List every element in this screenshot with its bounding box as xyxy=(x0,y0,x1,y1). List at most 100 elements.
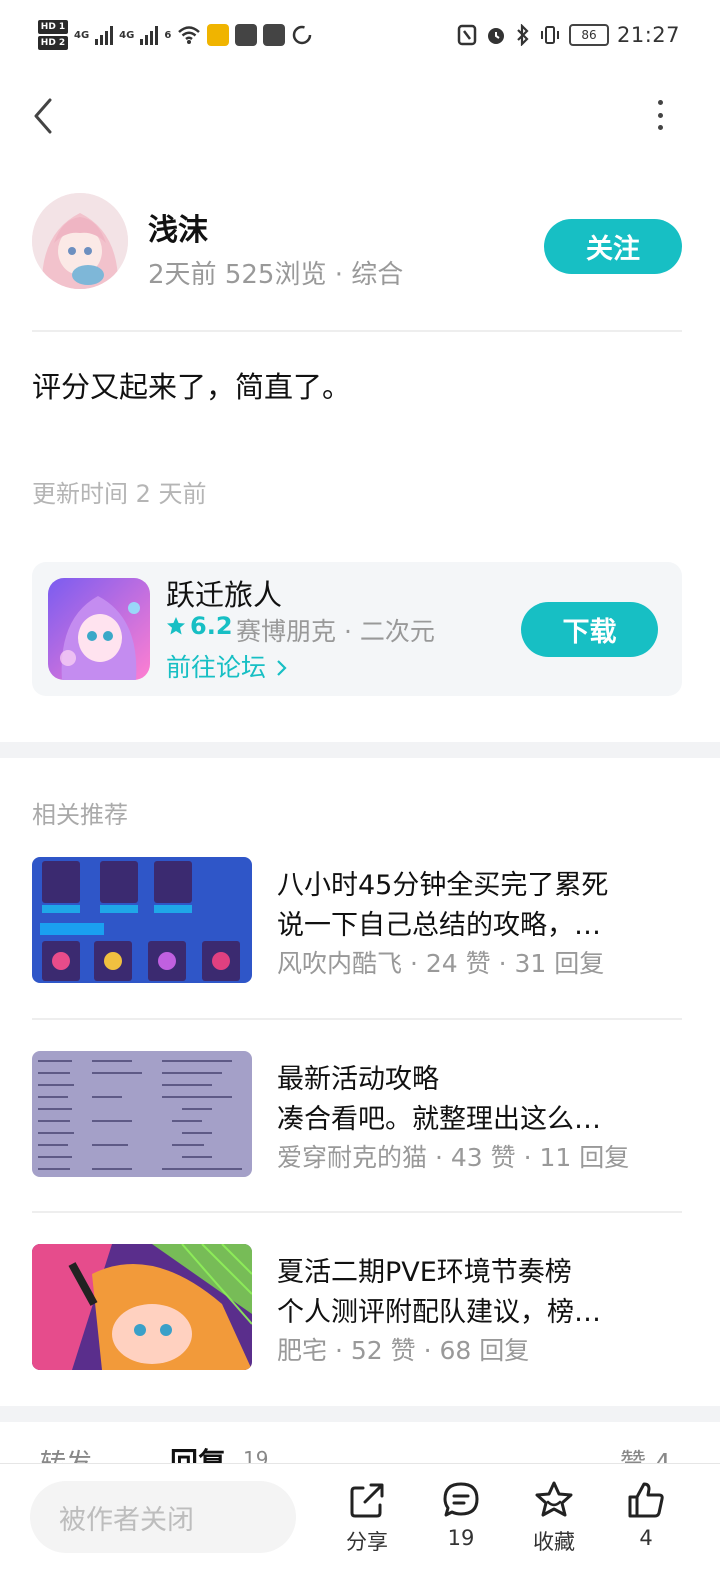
recommend-thumbnail[interactable] xyxy=(32,1244,252,1370)
recommend-meta: 风吹内酷飞 · 24 赞 · 31 回复 xyxy=(277,944,604,980)
game-forum-link[interactable]: 前往论坛 xyxy=(166,648,288,684)
collect-button[interactable]: 收藏 xyxy=(519,1480,589,1570)
download-button[interactable]: 下载 xyxy=(521,602,658,657)
divider xyxy=(32,1018,682,1020)
meta-separator: · xyxy=(498,949,515,978)
recommend-line1[interactable]: 最新活动攻略 xyxy=(277,1057,439,1096)
meta-separator: · xyxy=(423,1336,440,1365)
recommend-line2[interactable]: 凑合看吧。就整理出这么… xyxy=(277,1097,601,1136)
status-right: 86 21:27 xyxy=(457,18,680,52)
signal-icon-1 xyxy=(95,25,114,45)
hd1-label: HD 1 xyxy=(38,20,68,34)
comment-button[interactable]: 19 xyxy=(426,1480,496,1570)
post-views: 525浏览 xyxy=(224,260,327,290)
network-type-2: 4G xyxy=(119,29,135,41)
signal-icon-2 xyxy=(140,25,159,45)
follow-button[interactable]: 关注 xyxy=(544,219,682,274)
tab-reply[interactable]: 回复 xyxy=(170,1441,226,1463)
section-separator xyxy=(0,1406,720,1422)
recommend-thumbnail[interactable] xyxy=(32,1051,252,1177)
recommend-meta: 爱穿耐克的猫 · 43 赞 · 11 回复 xyxy=(277,1138,629,1174)
meta-separator: · xyxy=(334,1336,351,1365)
star-icon xyxy=(167,617,185,635)
nfc-icon xyxy=(457,24,477,46)
game-name[interactable]: 跃迁旅人 xyxy=(166,572,282,614)
game-forum-label[interactable]: 前往论坛 xyxy=(166,653,266,682)
bottom-action-bar: 被作者关闭 分享 19 收藏 4 xyxy=(0,1463,720,1584)
post-time: 2天前 xyxy=(148,260,217,290)
comment-count: 19 xyxy=(447,1526,475,1550)
like-button[interactable]: 4 xyxy=(611,1480,681,1570)
post-category: 综合 xyxy=(351,260,404,290)
share-label: 分享 xyxy=(346,1530,388,1554)
recommend-likes: 24 赞 xyxy=(425,949,491,978)
clock: 21:27 xyxy=(616,23,680,47)
status-left: HD 1 HD 2 4G 4G 6 xyxy=(38,18,313,52)
section-separator xyxy=(0,742,720,758)
recommend-author: 肥宅 xyxy=(277,1336,328,1365)
game-card[interactable]: 跃迁旅人 6.2 赛博朋克 · 二次元 前往论坛 下载 xyxy=(32,562,682,696)
recommend-author: 风吹内酷飞 xyxy=(277,949,403,978)
hd-indicator: HD 1 HD 2 xyxy=(38,20,68,50)
chevron-right-icon xyxy=(277,660,287,676)
hd2-label: HD 2 xyxy=(38,36,68,50)
recommend-title: 相关推荐 xyxy=(32,801,128,829)
post-body: 评分又起来了，简直了。 xyxy=(32,370,352,404)
divider xyxy=(32,1211,682,1213)
share-icon xyxy=(350,1483,384,1518)
author-name[interactable]: 浅沫 xyxy=(148,205,208,249)
game-rating: 6.2 xyxy=(166,612,233,640)
status-bar: HD 1 HD 2 4G 4G 6 86 21:27 xyxy=(0,0,720,70)
recommend-item[interactable]: 最新活动攻略 凑合看吧。就整理出这么… 爱穿耐克的猫 · 43 赞 · 11 回… xyxy=(32,1051,682,1177)
update-time: 更新时间 2 天前 xyxy=(32,480,207,508)
app-notification-icon-2 xyxy=(263,24,286,46)
star-outline-icon xyxy=(535,1481,573,1517)
recommend-replies: 68 回复 xyxy=(439,1336,530,1365)
share-button[interactable]: 分享 xyxy=(332,1480,402,1570)
app-notification-icon-1 xyxy=(235,24,258,46)
post-meta: 2天前 525浏览 · 综合 xyxy=(148,254,403,291)
thumbs-up-icon xyxy=(628,1482,664,1518)
recommend-author: 爱穿耐克的猫 xyxy=(277,1143,428,1172)
back-arrow-icon[interactable] xyxy=(28,96,58,136)
collect-label: 收藏 xyxy=(533,1530,575,1554)
comment-icon xyxy=(443,1482,479,1517)
recommend-likes: 52 赞 xyxy=(350,1336,416,1365)
meta-separator: · xyxy=(334,260,352,290)
tab-reply-count: 19 xyxy=(243,1447,269,1463)
recommend-item[interactable]: 夏活二期PVE环境节奏榜 个人测评附配队建议，榜… 肥宅 · 52 赞 · 68… xyxy=(32,1244,682,1370)
divider xyxy=(32,330,682,332)
recommend-item[interactable]: 八小时45分钟全买完了累死 说一下自己总结的攻略，… 风吹内酷飞 · 24 赞 … xyxy=(32,857,682,983)
recommend-line1[interactable]: 夏活二期PVE环境节奏榜 xyxy=(277,1250,572,1289)
loading-icon xyxy=(293,25,312,45)
like-count: 4 xyxy=(639,1526,653,1550)
comment-input[interactable]: 被作者关闭 xyxy=(30,1481,296,1553)
author-avatar[interactable] xyxy=(32,193,128,289)
recommend-line2[interactable]: 个人测评附配队建议，榜… xyxy=(277,1290,601,1329)
game-score-value: 6.2 xyxy=(190,612,233,640)
more-options-icon[interactable] xyxy=(650,100,670,130)
tab-like[interactable]: 赞 4 xyxy=(620,1443,671,1463)
meta-separator: · xyxy=(434,1143,451,1172)
recommend-replies: 31 回复 xyxy=(514,949,605,978)
meta-separator: · xyxy=(409,949,426,978)
recommend-meta: 肥宅 · 52 赞 · 68 回复 xyxy=(277,1331,529,1367)
comment-tabs: 转发 回复 19 赞 4 xyxy=(0,1425,720,1463)
recommend-likes: 43 赞 xyxy=(450,1143,516,1172)
recommend-thumbnail[interactable] xyxy=(32,857,252,983)
battery-icon: 86 xyxy=(568,24,609,46)
recommend-replies: 11 回复 xyxy=(539,1143,630,1172)
wifi-icon xyxy=(178,26,201,44)
meta-separator: · xyxy=(523,1143,540,1172)
vibrate-icon xyxy=(540,26,559,44)
tab-forward[interactable]: 转发 xyxy=(40,1443,92,1463)
bluetooth-icon xyxy=(517,24,529,46)
recommend-line1[interactable]: 八小时45分钟全买完了累死 xyxy=(277,863,608,902)
alarm-icon xyxy=(487,28,504,44)
network-type-1: 4G xyxy=(74,29,90,41)
wifi-tag: 6 xyxy=(164,29,172,41)
game-icon[interactable] xyxy=(48,578,150,680)
recommend-line2[interactable]: 说一下自己总结的攻略，… xyxy=(277,903,601,942)
game-tags: 赛博朋克 · 二次元 xyxy=(236,617,435,646)
mail-notification-icon xyxy=(207,24,230,46)
